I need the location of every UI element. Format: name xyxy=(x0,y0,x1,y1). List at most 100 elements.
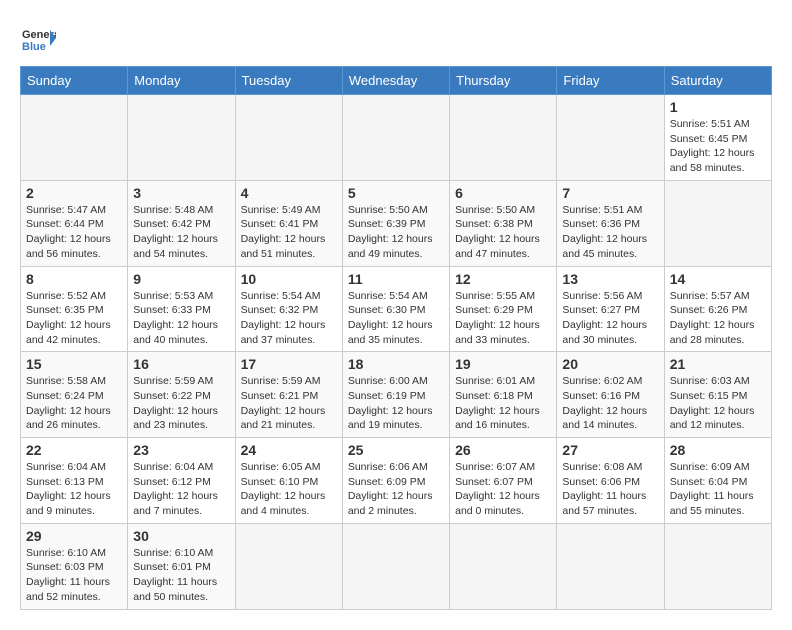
day-number: 13 xyxy=(562,271,658,287)
day-info: Sunrise: 5:51 AMSunset: 6:45 PMDaylight:… xyxy=(670,117,766,176)
logo-icon: General Blue xyxy=(20,20,56,56)
calendar-cell: 5 Sunrise: 5:50 AMSunset: 6:39 PMDaylight… xyxy=(342,180,449,266)
calendar-cell: 22 Sunrise: 6:04 AMSunset: 6:13 PMDayligh… xyxy=(21,438,128,524)
day-number: 5 xyxy=(348,185,444,201)
day-number: 8 xyxy=(26,271,122,287)
day-number: 7 xyxy=(562,185,658,201)
day-number: 10 xyxy=(241,271,337,287)
day-info: Sunrise: 5:59 AMSunset: 6:22 PMDaylight:… xyxy=(133,374,229,433)
day-number: 15 xyxy=(26,356,122,372)
calendar-cell xyxy=(235,95,342,181)
day-info: Sunrise: 6:00 AMSunset: 6:19 PMDaylight:… xyxy=(348,374,444,433)
day-info: Sunrise: 5:49 AMSunset: 6:41 PMDaylight:… xyxy=(241,203,337,262)
day-number: 3 xyxy=(133,185,229,201)
day-number: 6 xyxy=(455,185,551,201)
calendar-cell: 11 Sunrise: 5:54 AMSunset: 6:30 PMDayligh… xyxy=(342,266,449,352)
calendar-cell xyxy=(21,95,128,181)
calendar-cell xyxy=(450,523,557,609)
day-info: Sunrise: 6:04 AMSunset: 6:13 PMDaylight:… xyxy=(26,460,122,519)
logo: General Blue xyxy=(20,20,56,56)
day-info: Sunrise: 6:06 AMSunset: 6:09 PMDaylight:… xyxy=(348,460,444,519)
calendar-week-5: 29Sunrise: 6:10 AMSunset: 6:03 PMDayligh… xyxy=(21,523,772,609)
calendar-week-2: 8 Sunrise: 5:52 AMSunset: 6:35 PMDaylight… xyxy=(21,266,772,352)
header-row: SundayMondayTuesdayWednesdayThursdayFrid… xyxy=(21,67,772,95)
day-info: Sunrise: 5:57 AMSunset: 6:26 PMDaylight:… xyxy=(670,289,766,348)
day-number: 26 xyxy=(455,442,551,458)
day-info: Sunrise: 6:07 AMSunset: 6:07 PMDaylight:… xyxy=(455,460,551,519)
calendar-cell: 23Sunrise: 6:04 AMSunset: 6:12 PMDayligh… xyxy=(128,438,235,524)
day-number: 11 xyxy=(348,271,444,287)
day-info: Sunrise: 6:10 AMSunset: 6:03 PMDaylight:… xyxy=(26,546,122,605)
day-info: Sunrise: 5:54 AMSunset: 6:32 PMDaylight:… xyxy=(241,289,337,348)
day-header-wednesday: Wednesday xyxy=(342,67,449,95)
calendar-table: SundayMondayTuesdayWednesdayThursdayFrid… xyxy=(20,66,772,610)
day-number: 24 xyxy=(241,442,337,458)
calendar-cell: 24 Sunrise: 6:05 AMSunset: 6:10 PMDayligh… xyxy=(235,438,342,524)
calendar-cell xyxy=(664,523,771,609)
calendar-cell xyxy=(342,523,449,609)
calendar-cell: 30 Sunrise: 6:10 AMSunset: 6:01 PMDayligh… xyxy=(128,523,235,609)
day-number: 30 xyxy=(133,528,229,544)
day-info: Sunrise: 5:54 AMSunset: 6:30 PMDaylight:… xyxy=(348,289,444,348)
calendar-cell: 15 Sunrise: 5:58 AMSunset: 6:24 PMDayligh… xyxy=(21,352,128,438)
day-info: Sunrise: 6:09 AMSunset: 6:04 PMDaylight:… xyxy=(670,460,766,519)
calendar-week-0: 1 Sunrise: 5:51 AMSunset: 6:45 PMDaylight… xyxy=(21,95,772,181)
calendar-cell: 26 Sunrise: 6:07 AMSunset: 6:07 PMDayligh… xyxy=(450,438,557,524)
day-info: Sunrise: 5:51 AMSunset: 6:36 PMDaylight:… xyxy=(562,203,658,262)
calendar-cell: 27Sunrise: 6:08 AMSunset: 6:06 PMDayligh… xyxy=(557,438,664,524)
calendar-cell: 8 Sunrise: 5:52 AMSunset: 6:35 PMDaylight… xyxy=(21,266,128,352)
day-number: 23 xyxy=(133,442,229,458)
day-number: 18 xyxy=(348,356,444,372)
calendar-cell: 14Sunrise: 5:57 AMSunset: 6:26 PMDayligh… xyxy=(664,266,771,352)
calendar-cell: 21 Sunrise: 6:03 AMSunset: 6:15 PMDayligh… xyxy=(664,352,771,438)
day-number: 28 xyxy=(670,442,766,458)
calendar-cell: 28 Sunrise: 6:09 AMSunset: 6:04 PMDayligh… xyxy=(664,438,771,524)
day-info: Sunrise: 5:59 AMSunset: 6:21 PMDaylight:… xyxy=(241,374,337,433)
day-number: 25 xyxy=(348,442,444,458)
day-info: Sunrise: 6:05 AMSunset: 6:10 PMDaylight:… xyxy=(241,460,337,519)
day-info: Sunrise: 5:52 AMSunset: 6:35 PMDaylight:… xyxy=(26,289,122,348)
day-header-friday: Friday xyxy=(557,67,664,95)
calendar-cell: 1 Sunrise: 5:51 AMSunset: 6:45 PMDaylight… xyxy=(664,95,771,181)
day-number: 17 xyxy=(241,356,337,372)
calendar-cell xyxy=(450,95,557,181)
day-number: 4 xyxy=(241,185,337,201)
day-number: 22 xyxy=(26,442,122,458)
day-info: Sunrise: 5:47 AMSunset: 6:44 PMDaylight:… xyxy=(26,203,122,262)
day-info: Sunrise: 5:50 AMSunset: 6:39 PMDaylight:… xyxy=(348,203,444,262)
day-header-sunday: Sunday xyxy=(21,67,128,95)
day-header-monday: Monday xyxy=(128,67,235,95)
calendar-cell: 9Sunrise: 5:53 AMSunset: 6:33 PMDaylight… xyxy=(128,266,235,352)
calendar-cell xyxy=(128,95,235,181)
day-number: 19 xyxy=(455,356,551,372)
calendar-cell: 10 Sunrise: 5:54 AMSunset: 6:32 PMDayligh… xyxy=(235,266,342,352)
day-number: 1 xyxy=(670,99,766,115)
calendar-cell: 3Sunrise: 5:48 AMSunset: 6:42 PMDaylight… xyxy=(128,180,235,266)
day-number: 16 xyxy=(133,356,229,372)
calendar-cell xyxy=(235,523,342,609)
calendar-week-1: 2Sunrise: 5:47 AMSunset: 6:44 PMDaylight… xyxy=(21,180,772,266)
calendar-cell: 25 Sunrise: 6:06 AMSunset: 6:09 PMDayligh… xyxy=(342,438,449,524)
calendar-cell: 4 Sunrise: 5:49 AMSunset: 6:41 PMDaylight… xyxy=(235,180,342,266)
day-number: 20 xyxy=(562,356,658,372)
day-info: Sunrise: 6:02 AMSunset: 6:16 PMDaylight:… xyxy=(562,374,658,433)
calendar-week-4: 22 Sunrise: 6:04 AMSunset: 6:13 PMDayligh… xyxy=(21,438,772,524)
day-info: Sunrise: 5:58 AMSunset: 6:24 PMDaylight:… xyxy=(26,374,122,433)
calendar-cell: 16 Sunrise: 5:59 AMSunset: 6:22 PMDayligh… xyxy=(128,352,235,438)
day-info: Sunrise: 6:01 AMSunset: 6:18 PMDaylight:… xyxy=(455,374,551,433)
day-info: Sunrise: 5:55 AMSunset: 6:29 PMDaylight:… xyxy=(455,289,551,348)
calendar-cell: 20 Sunrise: 6:02 AMSunset: 6:16 PMDayligh… xyxy=(557,352,664,438)
day-header-tuesday: Tuesday xyxy=(235,67,342,95)
day-info: Sunrise: 5:50 AMSunset: 6:38 PMDaylight:… xyxy=(455,203,551,262)
calendar-cell: 7 Sunrise: 5:51 AMSunset: 6:36 PMDaylight… xyxy=(557,180,664,266)
day-number: 12 xyxy=(455,271,551,287)
calendar-cell: 13Sunrise: 5:56 AMSunset: 6:27 PMDayligh… xyxy=(557,266,664,352)
header: General Blue xyxy=(20,20,772,56)
day-info: Sunrise: 6:03 AMSunset: 6:15 PMDaylight:… xyxy=(670,374,766,433)
day-info: Sunrise: 6:08 AMSunset: 6:06 PMDaylight:… xyxy=(562,460,658,519)
svg-text:Blue: Blue xyxy=(22,41,46,53)
day-info: Sunrise: 5:53 AMSunset: 6:33 PMDaylight:… xyxy=(133,289,229,348)
day-number: 21 xyxy=(670,356,766,372)
day-info: Sunrise: 6:10 AMSunset: 6:01 PMDaylight:… xyxy=(133,546,229,605)
calendar-week-3: 15 Sunrise: 5:58 AMSunset: 6:24 PMDayligh… xyxy=(21,352,772,438)
